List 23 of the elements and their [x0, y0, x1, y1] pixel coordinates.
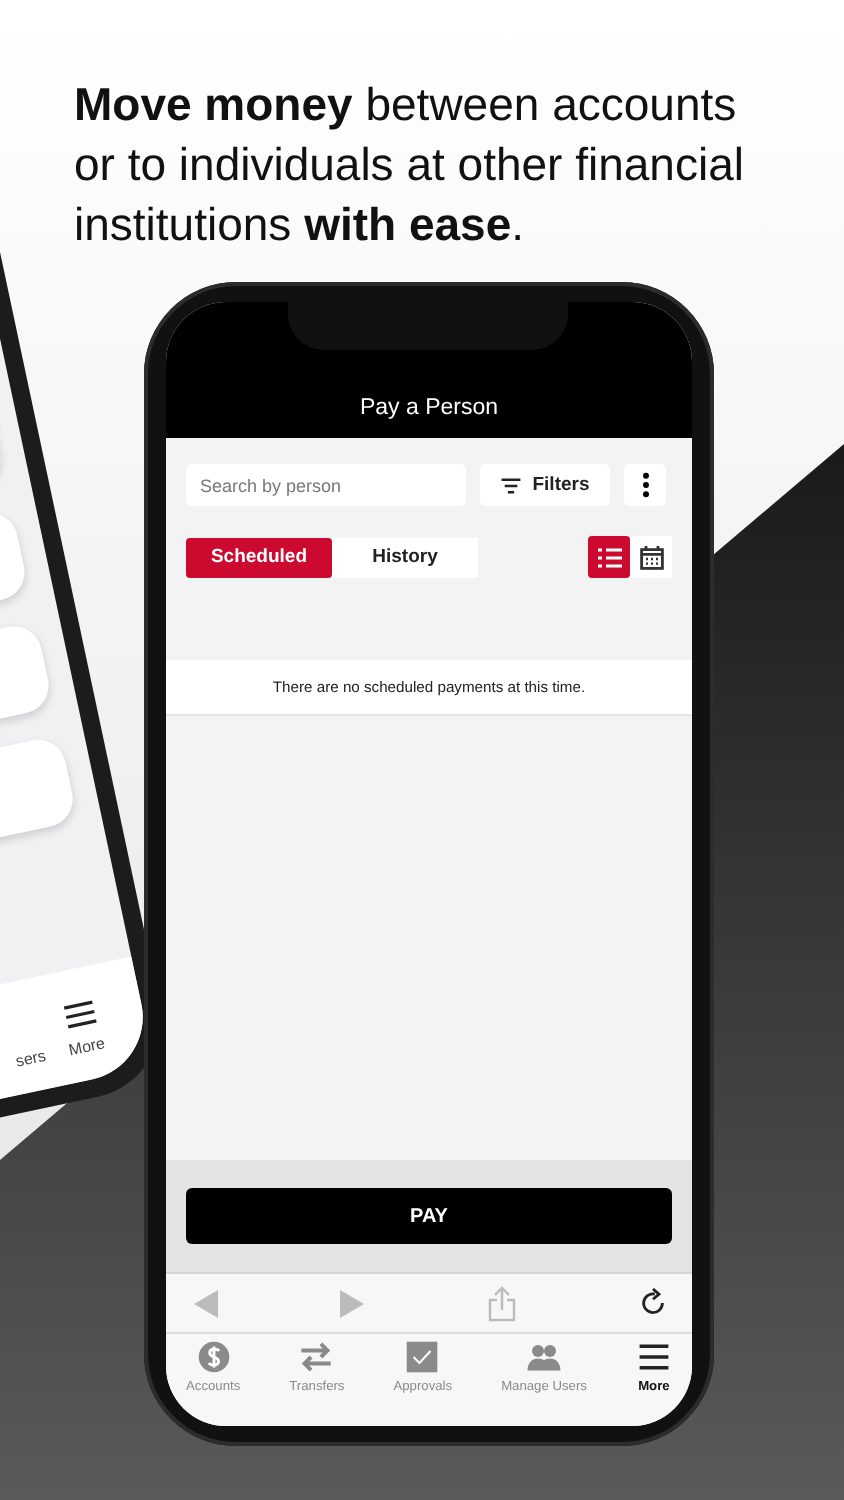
kebab-icon [641, 472, 649, 498]
checkbox-icon [404, 1340, 441, 1374]
menu-icon [61, 999, 99, 1030]
users-icon [526, 1340, 562, 1374]
segment-tab[interactable]: Scheduled [186, 537, 332, 577]
more-options-button[interactable] [624, 464, 666, 506]
filter-icon [500, 477, 523, 493]
filters-button[interactable]: Filters [480, 464, 610, 506]
tab-label: More [67, 1034, 107, 1060]
list-icon [597, 547, 621, 567]
dollar-icon [195, 1340, 232, 1374]
menu-icon [635, 1340, 672, 1374]
screen-title: Pay a Person [359, 396, 499, 420]
transfer-arrows-icon [298, 1340, 335, 1374]
segment-tab[interactable]: History [332, 537, 478, 577]
pay-button[interactable]: PAY [186, 1188, 672, 1244]
headline: Move money between accounts or to individuals at other financial institutions with ease. [72, 76, 746, 254]
reload-button[interactable] [637, 1288, 668, 1318]
calendar-icon [639, 545, 663, 569]
search-field[interactable]: Search by person [186, 464, 466, 506]
tab-label: sers [14, 1046, 48, 1071]
calendar-view-button[interactable] [630, 536, 672, 578]
list-view-button[interactable] [588, 536, 630, 578]
